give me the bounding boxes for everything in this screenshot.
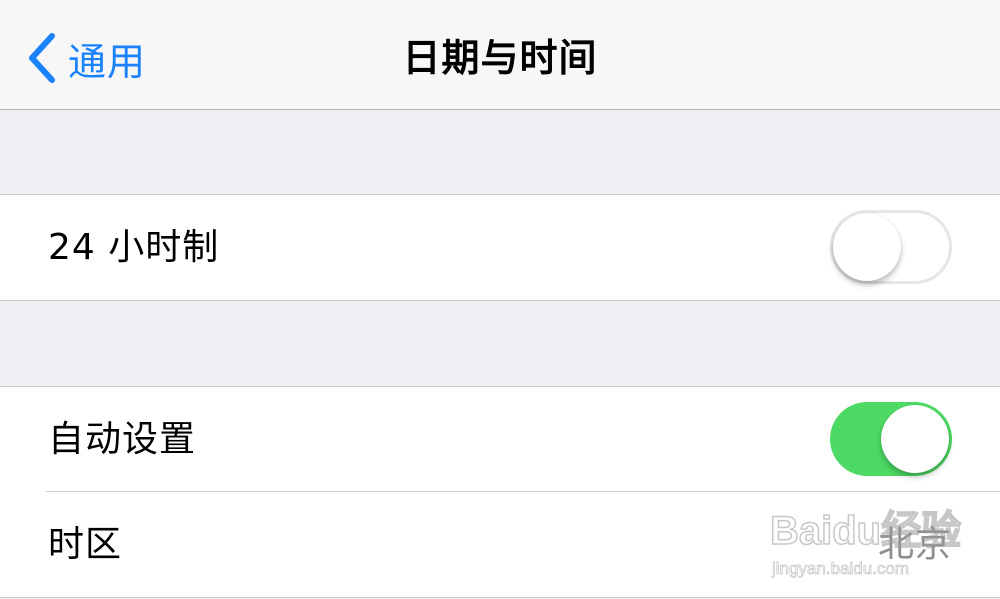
row-label-set-automatically: 自动设置 (48, 419, 197, 460)
row-time-zone[interactable]: 时区 北京 (0, 492, 1000, 597)
row-24-hour[interactable]: 24 小时制 (0, 195, 1000, 300)
navigation-bar: 通用 日期与时间 (0, 0, 1000, 110)
settings-group-auto: 自动设置 时区 北京 (0, 386, 1000, 598)
page-title: 日期与时间 (402, 36, 598, 80)
toggle-set-automatically[interactable] (830, 402, 952, 476)
row-label-24-hour: 24 小时制 (48, 227, 220, 268)
toggle-knob (881, 405, 949, 473)
row-value-time-zone: 北京 (877, 524, 952, 565)
row-set-automatically[interactable]: 自动设置 (0, 387, 1000, 492)
date-time-settings-screen: 通用 日期与时间 24 小时制 自动设置 时区 北京 Baidu经验 jingy… (0, 0, 1000, 599)
settings-group-time-format: 24 小时制 (0, 194, 1000, 301)
toggle-knob (833, 213, 901, 281)
toggle-24-hour[interactable] (830, 210, 952, 284)
row-label-time-zone: 时区 (48, 524, 123, 565)
